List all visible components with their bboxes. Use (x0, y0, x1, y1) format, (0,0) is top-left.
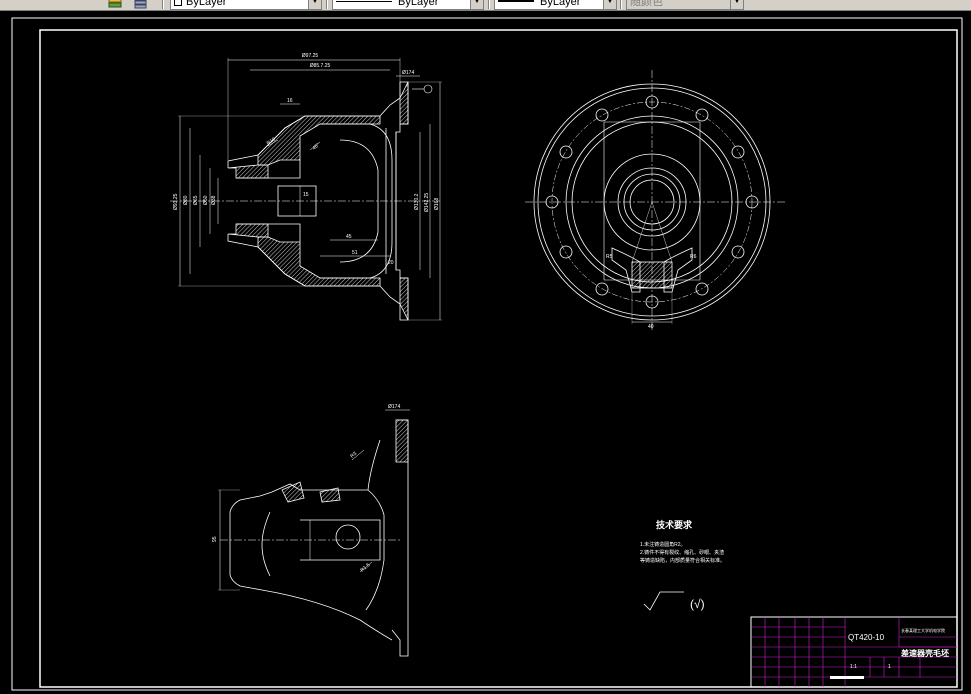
dim-label: Ø97.25 (302, 53, 319, 59)
dim-label: 95 (212, 536, 218, 542)
dim-label: Ø80 (183, 195, 189, 205)
dim-label: Ø168 (434, 198, 440, 210)
dim-label: 45° (311, 142, 321, 151)
chevron-down-icon[interactable]: ▼ (308, 0, 321, 9)
side-end-view (525, 70, 785, 332)
drawing-border-inner (39, 29, 958, 688)
linetype-preview (336, 1, 392, 2)
properties-toolbar: ByLayer ▼ ByLayer ▼ ByLayer ▼ 随颜色 ▼ (0, 0, 971, 11)
dim-label: 40 (648, 324, 654, 330)
dim-label: Ø93.25 (173, 193, 179, 210)
dim-label: 15 (303, 192, 309, 198)
roughness-symbol-icon (643, 591, 684, 611)
tech-req-item: 等铸造缺陷，内部质量符合相关标准。 (640, 557, 725, 564)
lineweight-combo-value: ByLayer (540, 0, 581, 8)
dim-label: Ø142.25 (424, 193, 430, 212)
dim-label: R5 (606, 254, 613, 260)
title-block-text: QT420-10 长春某理工大学机电学院 差速器壳毛坯 1:1 1 (848, 627, 949, 670)
dim-label: R6 (690, 254, 697, 260)
lineweight-combo[interactable]: ByLayer ▼ (494, 0, 617, 10)
drawing-border-outer (11, 17, 963, 691)
bottom-section-view (218, 409, 410, 657)
linetype-combo[interactable]: ByLayer ▼ (332, 0, 484, 10)
front-section-view (170, 58, 442, 321)
toolbar-separator (326, 0, 328, 9)
dim-label: 45 (346, 234, 352, 240)
lineweight-preview (498, 0, 534, 2)
tech-req-item: 1.未注铸造圆角R2。 (640, 541, 686, 548)
dim-label: 51 (352, 250, 358, 256)
toolbar-separator (620, 0, 622, 9)
material-label: QT420-10 (848, 633, 885, 642)
chevron-down-icon[interactable]: ▼ (603, 0, 616, 9)
sheet-label: 1 (888, 664, 891, 670)
color-swatch-icon (174, 0, 182, 6)
layer-states-icon[interactable] (108, 0, 122, 10)
dim-label: Ø174 (388, 404, 400, 410)
school-label: 长春某理工大学机电学院 (901, 627, 945, 633)
dim-label: Ø38 (211, 195, 217, 205)
part-name-label: 差速器壳毛坯 (900, 648, 949, 658)
tech-req-title: 技术要求 (656, 519, 693, 530)
dim-label: R3 (349, 451, 358, 460)
chevron-down-icon[interactable]: ▼ (470, 0, 483, 9)
technical-requirements: 技术要求 1.未注铸造圆角R2。 2.铸件不得有裂纹、缩孔、砂眼、夹渣 等铸造缺… (640, 519, 725, 611)
dim-label: 16 (287, 98, 293, 104)
plotstyle-combo-value: 随颜色 (630, 0, 663, 8)
dim-label: Ø174 (402, 70, 414, 76)
tech-req-item: 2.铸件不得有裂纹、缩孔、砂眼、夹渣 (640, 549, 724, 556)
layer-combo-value: ByLayer (186, 0, 227, 8)
dim-label: 20 (388, 260, 394, 266)
engineering-drawing: Ø97.25 Ø85.7.25 Ø174 Ø93.25 Ø80 Ø65 Ø50 … (11, 17, 963, 691)
toolbar-separator (162, 0, 164, 9)
toolbar-separator (488, 0, 490, 9)
linetype-combo-value: ByLayer (398, 0, 439, 8)
chevron-down-icon: ▼ (730, 0, 743, 9)
layer-previous-icon[interactable] (133, 0, 149, 10)
plotstyle-combo: 随颜色 ▼ (626, 0, 744, 10)
dim-label: Ø50 (203, 195, 209, 205)
scale-label: 1:1 (850, 664, 857, 670)
dim-label: Ø85.7.25 (310, 63, 331, 69)
roughness-text: (√) (690, 597, 705, 611)
dim-label: Ø130.2 (414, 193, 420, 210)
drawing-canvas[interactable]: Ø97.25 Ø85.7.25 Ø174 Ø93.25 Ø80 Ø65 Ø50 … (0, 12, 971, 694)
layer-combo[interactable]: ByLayer ▼ (170, 0, 322, 10)
dim-label: Ø65 (193, 195, 199, 205)
bottom-view-labels: Ø174 95 R3 R1.5 (212, 404, 400, 574)
